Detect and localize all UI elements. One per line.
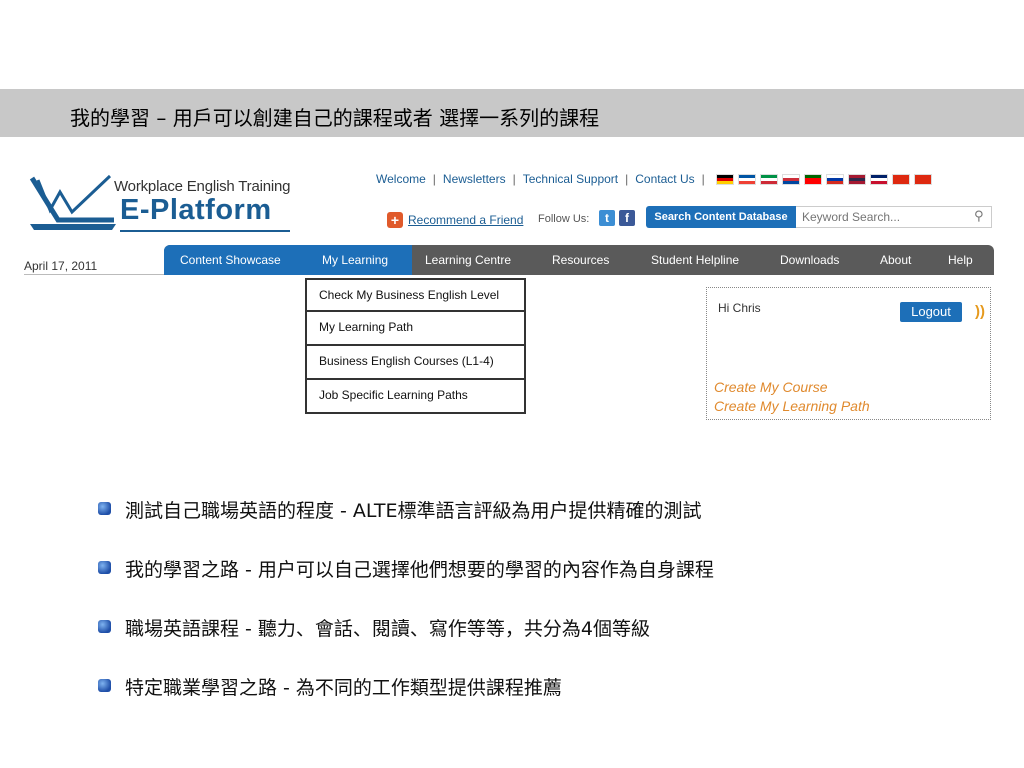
dropdown-item-business-courses[interactable]: Business English Courses (L1-4) [305,346,526,380]
website-screenshot: Workplace English Training E-Platform We… [24,160,994,425]
china-flag-icon[interactable] [913,173,932,185]
create-learning-path-link[interactable]: Create My Learning Path [714,398,870,414]
rss-icon[interactable]: )) [975,303,985,320]
germany-flag-icon[interactable] [715,173,734,185]
date-divider [24,274,164,275]
italy-flag-icon[interactable] [759,173,778,185]
current-date: April 17, 2011 [24,259,98,273]
nav-about[interactable]: About [880,245,911,275]
site-logo[interactable]: Workplace English Training E-Platform [28,172,298,232]
top-links: Welcome | Newsletters | Technical Suppor… [376,172,932,186]
portugal-flag-icon[interactable] [803,173,822,185]
slide-title: 我的學習 – 用戶可以創建自己的課程或者 選擇一系列的課程 [70,106,600,130]
hongkong-flag-icon[interactable] [891,173,910,185]
language-flags [715,173,932,185]
twitter-icon[interactable]: t [599,210,615,226]
dropdown-item-learning-path[interactable]: My Learning Path [305,312,526,346]
nav-student-helpline[interactable]: Student Helpline [651,245,739,275]
welcome-link[interactable]: Welcome [376,172,426,186]
logo-subtitle: Workplace English Training [114,178,291,195]
bullet-text: 我的學習之路 - 用户可以自己選擇他們想要的學習的內容作為自身課程 [125,559,714,581]
logout-button[interactable]: Logout [900,302,962,322]
keyword-search-input[interactable] [796,206,992,228]
separator: | [512,172,516,186]
nav-content-showcase[interactable]: Content Showcase [180,245,281,275]
logo-title: E-Platform [120,194,272,226]
separator: | [701,172,705,186]
logo-underline [120,230,290,232]
france-flag-icon[interactable] [737,173,756,185]
russia-flag-icon[interactable] [825,173,844,185]
slide-title-bar: 我的學習 – 用戶可以創建自己的課程或者 選擇一系列的課程 [0,89,1024,137]
user-greeting: Hi Chris [718,301,761,315]
nav-resources[interactable]: Resources [552,245,609,275]
korea-flag-icon[interactable] [781,173,800,185]
nav-downloads[interactable]: Downloads [780,245,839,275]
main-nav: Content Showcase My Learning Learning Ce… [164,245,994,275]
my-learning-dropdown: Check My Business English Level My Learn… [305,278,526,414]
search-content-database-button[interactable]: Search Content Database [646,206,796,228]
bullet-text: 職場英語課程 - 聽力、會話、閱讀、寫作等等，共分為4個等級 [125,618,651,640]
nav-learning-centre[interactable]: Learning Centre [425,245,511,275]
user-panel: Hi Chris Logout )) Create My Course Crea… [706,287,991,420]
bullet-icon [98,561,111,574]
bullet-text: 特定職業學習之路 - 為不同的工作類型提供課程推薦 [125,677,562,699]
plus-icon[interactable]: + [387,212,403,228]
separator: | [625,172,629,186]
dropdown-item-check-level[interactable]: Check My Business English Level [305,278,526,312]
search-icon[interactable]: ⚲ [974,208,984,224]
facebook-icon[interactable]: f [619,210,635,226]
nav-my-learning[interactable]: My Learning [322,245,388,275]
nav-help[interactable]: Help [948,245,973,275]
create-my-course-link[interactable]: Create My Course [714,379,828,395]
recommend-friend-link[interactable]: Recommend a Friend [408,213,523,227]
contact-us-link[interactable]: Contact Us [635,172,694,186]
bullet-icon [98,502,111,515]
technical-support-link[interactable]: Technical Support [523,172,618,186]
newsletters-link[interactable]: Newsletters [443,172,506,186]
thailand-flag-icon[interactable] [847,173,866,185]
follow-us-label: Follow Us: [538,213,590,225]
separator: | [432,172,436,186]
bullet-text: 測試自己職場英語的程度 - ALTE標準語言評級為用户提供精確的測試 [125,500,702,522]
bullet-icon [98,679,111,692]
bullet-icon [98,620,111,633]
uk-flag-icon[interactable] [869,173,888,185]
laptop-logo-icon [29,174,116,230]
dropdown-item-job-specific-paths[interactable]: Job Specific Learning Paths [305,380,526,414]
